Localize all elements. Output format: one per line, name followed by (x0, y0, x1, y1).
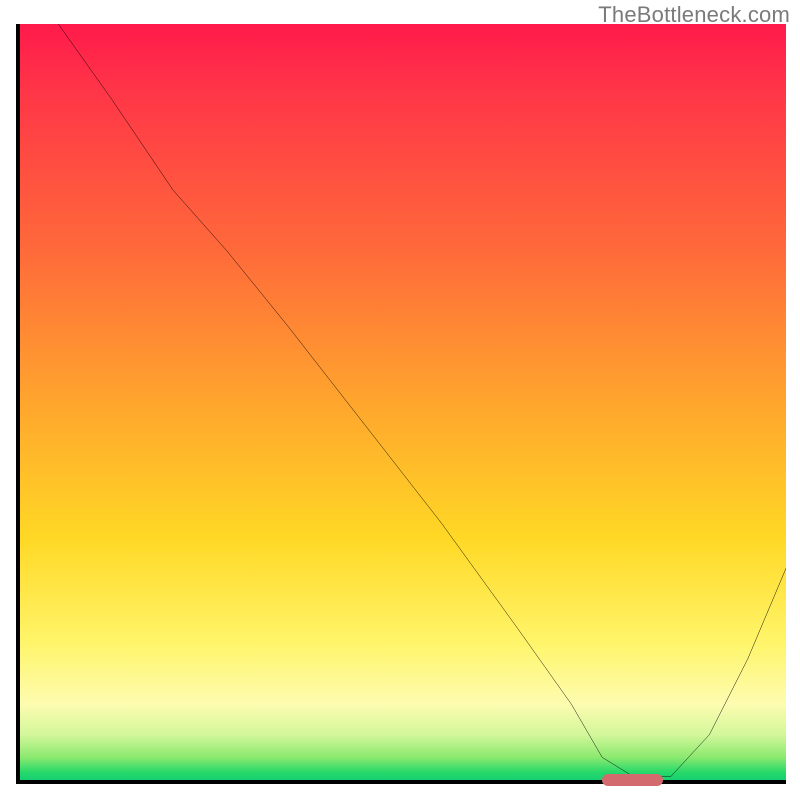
optimum-marker (602, 774, 663, 786)
bottleneck-curve (20, 24, 786, 780)
watermark: TheBottleneck.com (598, 2, 790, 28)
curve-path (58, 24, 786, 776)
plot-area (16, 24, 786, 784)
